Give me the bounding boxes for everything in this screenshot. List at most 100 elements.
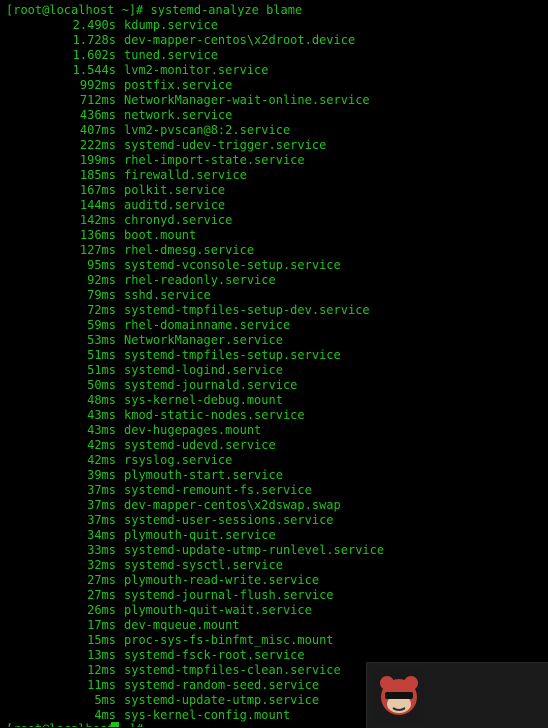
blame-row: 51ms systemd-tmpfiles-setup.service: [0, 348, 548, 363]
startup-time: 72ms: [87, 303, 116, 317]
startup-time: 51ms: [87, 363, 116, 377]
unit-name: systemd-udev-trigger.service: [124, 138, 327, 152]
blame-row: 136ms boot.mount: [0, 228, 548, 243]
unit-name: systemd-user-sessions.service: [124, 513, 334, 527]
blame-row: 167ms polkit.service: [0, 183, 548, 198]
webcam-overlay: [366, 662, 548, 728]
startup-time: 1.602s: [72, 48, 116, 62]
unit-name: plymouth-quit-wait.service: [124, 603, 312, 617]
startup-time: 12ms: [87, 663, 116, 677]
blame-row: 436ms network.service: [0, 108, 548, 123]
startup-time: 26ms: [87, 603, 116, 617]
blame-row: 407ms lvm2-pvscan@8:2.service: [0, 123, 548, 138]
avatar-icon-graphic: [373, 669, 425, 724]
unit-name: postfix.service: [124, 78, 233, 92]
blame-row: 37ms systemd-user-sessions.service: [0, 513, 548, 528]
blame-row: 15ms proc-sys-fs-binfmt_misc.mount: [0, 633, 548, 648]
startup-time: 48ms: [87, 393, 116, 407]
unit-name: firewalld.service: [124, 168, 247, 182]
command-prompt: [root@localhost ~]# systemd-analyze blam…: [6, 3, 303, 17]
blame-row: 222ms systemd-udev-trigger.service: [0, 138, 548, 153]
startup-time: 136ms: [79, 228, 116, 242]
startup-time: 59ms: [87, 318, 116, 332]
blame-row: 72ms systemd-tmpfiles-setup-dev.service: [0, 303, 548, 318]
startup-time: 222ms: [79, 138, 116, 152]
unit-name: rhel-domainname.service: [124, 318, 291, 332]
blame-row: 144ms auditd.service: [0, 198, 548, 213]
startup-time: 39ms: [87, 468, 116, 482]
unit-name: systemd-tmpfiles-clean.service: [124, 663, 341, 677]
terminal-cursor: [111, 722, 119, 727]
blame-row: 50ms systemd-journald.service: [0, 378, 548, 393]
blame-row: 1.544s lvm2-monitor.service: [0, 63, 548, 78]
startup-time: 167ms: [79, 183, 116, 197]
startup-time: 27ms: [87, 573, 116, 587]
unit-name: proc-sys-fs-binfmt_misc.mount: [124, 633, 334, 647]
startup-time: 127ms: [79, 243, 116, 257]
blame-row: 1.602s tuned.service: [0, 48, 548, 63]
unit-name: systemd-udevd.service: [124, 438, 276, 452]
unit-name: sys-kernel-config.mount: [124, 708, 291, 722]
unit-name: systemd-remount-fs.service: [124, 483, 312, 497]
blame-row: 51ms systemd-logind.service: [0, 363, 548, 378]
startup-time: 50ms: [87, 378, 116, 392]
unit-name: dev-hugepages.mount: [124, 423, 262, 437]
unit-name: NetworkManager-wait-online.service: [124, 93, 370, 107]
terminal-window[interactable]: [root@localhost ~]# systemd-analyze blam…: [0, 0, 548, 728]
startup-time: 37ms: [87, 513, 116, 527]
blame-row: 34ms plymouth-quit.service: [0, 528, 548, 543]
startup-time: 42ms: [87, 453, 116, 467]
blame-row: 43ms dev-hugepages.mount: [0, 423, 548, 438]
blame-row: 42ms rsyslog.service: [0, 453, 548, 468]
unit-name: systemd-update-utmp-runlevel.service: [124, 543, 385, 557]
unit-name: systemd-journal-flush.service: [124, 588, 334, 602]
unit-name: kdump.service: [124, 18, 218, 32]
blame-row: 43ms kmod-static-nodes.service: [0, 408, 548, 423]
startup-time: 27ms: [87, 588, 116, 602]
unit-name: plymouth-read-write.service: [124, 573, 320, 587]
startup-time: 1.544s: [72, 63, 116, 77]
unit-name: systemd-logind.service: [124, 363, 283, 377]
startup-time: 37ms: [87, 483, 116, 497]
startup-time: 185ms: [79, 168, 116, 182]
startup-time: 15ms: [87, 633, 116, 647]
blame-row: 712ms NetworkManager-wait-online.service: [0, 93, 548, 108]
blame-row: 92ms rhel-readonly.service: [0, 273, 548, 288]
startup-time: 43ms: [87, 423, 116, 437]
unit-name: sys-kernel-debug.mount: [124, 393, 283, 407]
blame-row: 42ms systemd-udevd.service: [0, 438, 548, 453]
unit-name: tuned.service: [124, 48, 218, 62]
blame-row: 37ms systemd-remount-fs.service: [0, 483, 548, 498]
unit-name: systemd-sysctl.service: [124, 558, 283, 572]
startup-time: 32ms: [87, 558, 116, 572]
blame-row: 127ms rhel-dmesg.service: [0, 243, 548, 258]
unit-name: NetworkManager.service: [124, 333, 283, 347]
unit-name: rhel-readonly.service: [124, 273, 276, 287]
blame-row: 39ms plymouth-start.service: [0, 468, 548, 483]
startup-time: 992ms: [79, 78, 116, 92]
startup-time: 53ms: [87, 333, 116, 347]
unit-name: kmod-static-nodes.service: [124, 408, 305, 422]
unit-name: rhel-import-state.service: [124, 153, 305, 167]
unit-name: plymouth-start.service: [124, 468, 283, 482]
startup-time: 407ms: [79, 123, 116, 137]
startup-time: 2.490s: [72, 18, 116, 32]
blame-row: 2.490s kdump.service: [0, 18, 548, 33]
blame-row: 17ms dev-mqueue.mount: [0, 618, 548, 633]
startup-time: 51ms: [87, 348, 116, 362]
unit-name: chronyd.service: [124, 213, 233, 227]
unit-name: lvm2-monitor.service: [124, 63, 269, 77]
unit-name: systemd-tmpfiles-setup.service: [124, 348, 341, 362]
startup-time: 5ms: [94, 693, 116, 707]
startup-time: 43ms: [87, 408, 116, 422]
startup-time: 37ms: [87, 498, 116, 512]
blame-row: 79ms sshd.service: [0, 288, 548, 303]
blame-row: 53ms NetworkManager.service: [0, 333, 548, 348]
startup-time: 1.728s: [72, 33, 116, 47]
startup-time: 42ms: [87, 438, 116, 452]
avatar-icon: [373, 669, 425, 724]
startup-time: 79ms: [87, 288, 116, 302]
unit-name: plymouth-quit.service: [124, 528, 276, 542]
blame-row: 13ms systemd-fsck-root.service: [0, 648, 548, 663]
startup-time: 712ms: [79, 93, 116, 107]
